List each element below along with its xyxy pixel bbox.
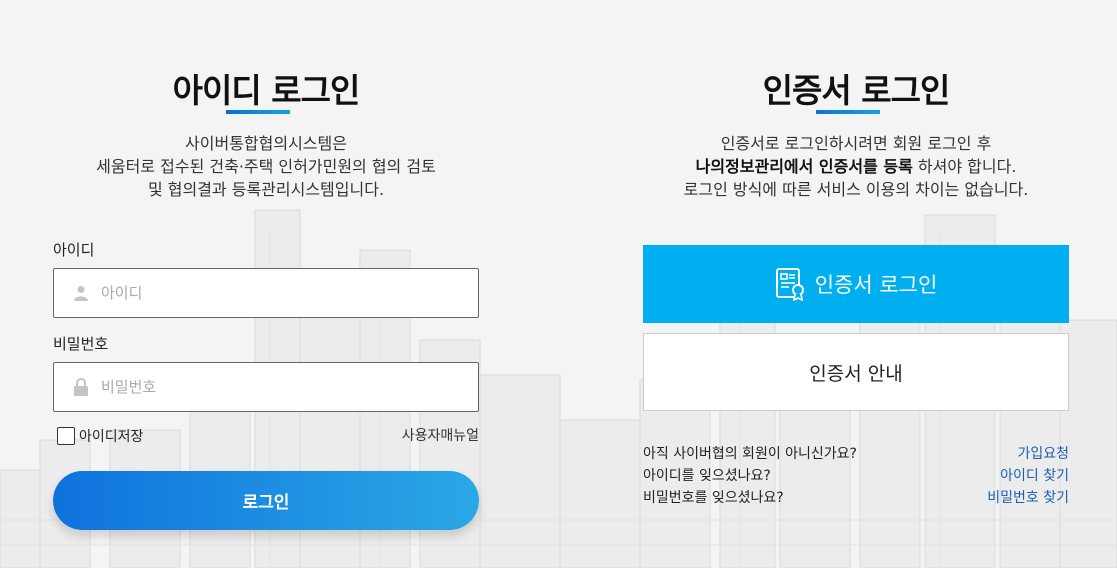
certificate-icon — [775, 267, 807, 302]
login-button[interactable]: 로그인 — [53, 471, 479, 530]
remember-id-label: 아이디저장 — [79, 429, 144, 445]
cert-login-button[interactable]: 인증서 로그인 — [643, 245, 1069, 323]
find-id-link[interactable]: 아이디 찾기 — [1000, 465, 1069, 485]
checkbox-box[interactable] — [57, 427, 75, 445]
help-row-find-password: 비밀번호를 잊으셨나요? 비밀번호 찾기 — [643, 487, 1069, 507]
cert-login-description: 인증서로 로그인하시려면 회원 로그인 후 나의정보관리에서 인증서를 등록 하… — [643, 132, 1069, 201]
password-input[interactable] — [99, 362, 478, 412]
id-login-description: 사이버통합협의시스템은 세움터로 접수된 건축·주택 인허가민원의 협의 검토 … — [53, 132, 479, 201]
help-question: 아직 사이버협의 회원이 아니신가요? — [643, 446, 857, 462]
title-underline — [226, 110, 290, 114]
lock-icon — [73, 378, 89, 396]
desc-rest: 하셔야 합니다. — [912, 157, 1017, 176]
desc-line: 나의정보관리에서 인증서를 등록 하셔야 합니다. — [643, 155, 1069, 178]
help-row-signup: 아직 사이버협의 회원이 아니신가요? 가입요청 — [643, 443, 1069, 463]
remember-id-checkbox[interactable]: 아이디저장 — [57, 426, 143, 446]
desc-line: 세움터로 접수된 건축·주택 인허가민원의 협의 검토 — [96, 157, 436, 176]
cert-login-title: 인증서 로그인 — [762, 71, 951, 110]
password-input-box[interactable] — [53, 362, 479, 412]
user-manual-link[interactable]: 사용자매뉴얼 — [402, 425, 479, 445]
help-row-find-id: 아이디를 잊으셨나요? 아이디 찾기 — [643, 465, 1069, 485]
desc-line: 로그인 방식에 따른 서비스 이용의 차이는 없습니다. — [683, 180, 1029, 199]
signup-request-link[interactable]: 가입요청 — [1017, 443, 1069, 463]
cert-guide-button[interactable]: 인증서 안내 — [643, 333, 1069, 411]
user-icon — [73, 284, 89, 302]
desc-line: 사이버통합협의시스템은 — [185, 134, 347, 153]
cert-login-label: 인증서 로그인 — [814, 273, 938, 297]
id-login-title: 아이디 로그인 — [172, 71, 361, 110]
id-input[interactable] — [99, 268, 478, 318]
help-question: 비밀번호를 잊으셨나요? — [643, 490, 784, 506]
id-input-box[interactable] — [53, 268, 479, 318]
id-label: 아이디 — [53, 241, 95, 259]
desc-emphasis: 나의정보관리에서 인증서를 등록 — [695, 157, 913, 176]
find-password-link[interactable]: 비밀번호 찾기 — [987, 487, 1069, 507]
title-underline — [816, 110, 880, 114]
help-question: 아이디를 잊으셨나요? — [643, 468, 771, 484]
desc-line: 인증서로 로그인하시려면 회원 로그인 후 — [720, 134, 992, 153]
password-label: 비밀번호 — [53, 335, 109, 353]
desc-line: 및 협의결과 등록관리시스템입니다. — [147, 180, 385, 199]
